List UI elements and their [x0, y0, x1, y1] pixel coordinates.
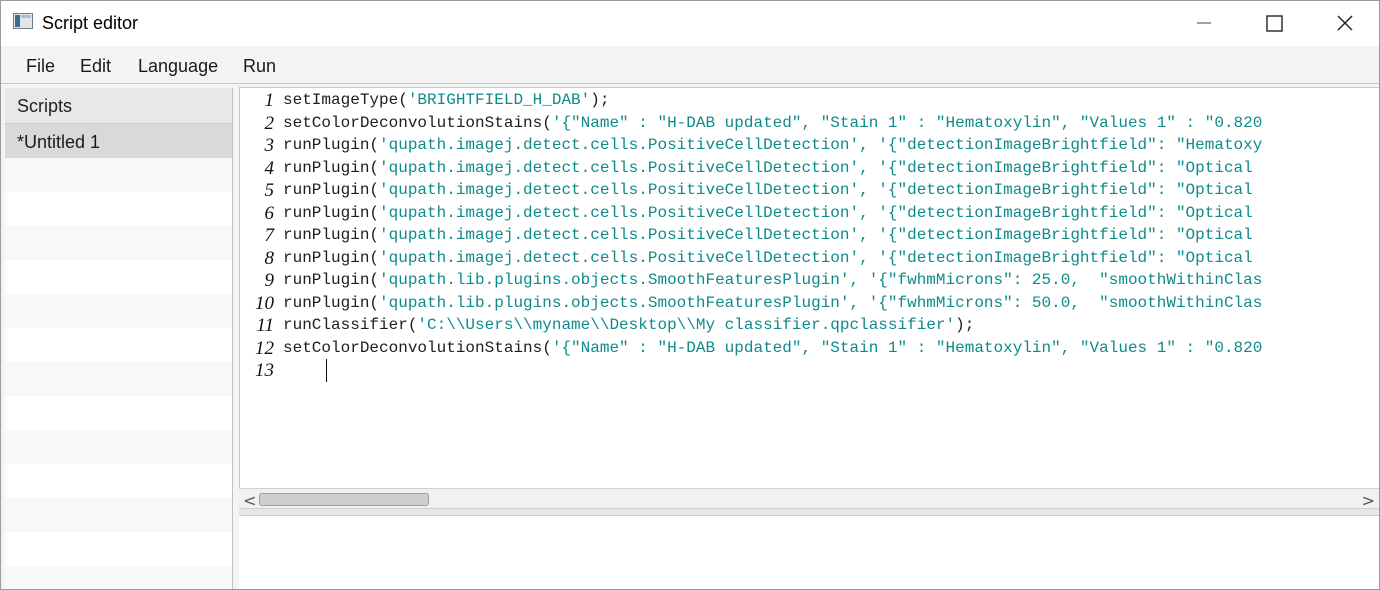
code-text: runPlugin('qupath.imagej.detect.cells.Po…: [283, 136, 1263, 154]
empty-list-row: [5, 566, 232, 589]
code-line[interactable]: 5 runPlugin('qupath.imagej.detect.cells.P…: [240, 179, 1379, 202]
empty-list-row: [5, 498, 232, 532]
line-number: 1: [264, 90, 275, 111]
close-icon: [1337, 15, 1353, 31]
scripts-title: Scripts: [17, 96, 73, 116]
code-text: setColorDeconvolutionStains('{"Name" : "…: [283, 113, 1263, 132]
code-line[interactable]: 4 runPlugin('qupath.imagej.detect.cells.P…: [240, 157, 1379, 180]
empty-list-row: [5, 464, 232, 498]
empty-list-row: [5, 362, 232, 396]
code-text: runPlugin('qupath.imagej.detect.cells.Po…: [283, 158, 1263, 177]
empty-list-row: [5, 430, 232, 464]
code-text: runPlugin('qupath.imagej.detect.cells.Po…: [283, 248, 1263, 267]
app-window-icon: [13, 13, 33, 29]
empty-list-row: [5, 328, 232, 362]
line-number: 3: [264, 135, 275, 156]
script-list-item[interactable]: *Untitled 1: [5, 124, 232, 158]
code-text: setColorDeconvolutionStains('{"Name" : "…: [283, 338, 1263, 357]
code-line[interactable]: 7 runPlugin('qupath.imagej.detect.cells.P…: [240, 224, 1379, 247]
scripts-sidebar: Scripts *Untitled 1: [5, 88, 233, 589]
scroll-left-icon[interactable]: <: [243, 491, 256, 510]
text-cursor: [326, 359, 327, 382]
line-number: 13: [255, 360, 274, 381]
empty-list-row: [5, 158, 232, 192]
code-line[interactable]: 10 runPlugin('qupath.lib.plugins.objects.…: [240, 292, 1379, 315]
empty-list-row: [5, 396, 232, 430]
code-text: setImageType('BRIGHTFIELD_H_DAB');: [283, 91, 610, 109]
code-text: runPlugin('qupath.lib.plugins.objects.Sm…: [283, 271, 1263, 289]
line-number: 2: [264, 112, 275, 134]
title-bar: Script editor: [1, 1, 1379, 46]
line-number: 12: [255, 337, 274, 359]
menu-run[interactable]: Run: [243, 56, 276, 77]
maximize-icon: [1266, 15, 1283, 32]
line-number: 9: [264, 270, 275, 291]
output-console[interactable]: [239, 515, 1379, 589]
code-text: runPlugin('qupath.lib.plugins.objects.Sm…: [283, 293, 1263, 312]
minimize-button[interactable]: [1169, 1, 1239, 46]
code-text: runPlugin('qupath.imagej.detect.cells.Po…: [283, 203, 1263, 222]
line-number: 5: [264, 180, 275, 201]
scrollbar-thumb[interactable]: [259, 493, 429, 506]
empty-list-row: [5, 192, 232, 226]
code-line[interactable]: 9 runPlugin('qupath.lib.plugins.objects.S…: [240, 269, 1379, 292]
maximize-button[interactable]: [1239, 1, 1309, 46]
script-name: *Untitled 1: [17, 132, 101, 152]
close-button[interactable]: [1309, 1, 1379, 46]
code-line[interactable]: 3 runPlugin('qupath.imagej.detect.cells.P…: [240, 134, 1379, 157]
code-line[interactable]: 11 runClassifier('C:\\Users\\myname\\Desk…: [240, 314, 1379, 337]
code-line[interactable]: 12 setColorDeconvolutionStains('{"Name" :…: [240, 337, 1379, 360]
scroll-right-icon[interactable]: >: [1362, 491, 1375, 510]
menu-language[interactable]: Language: [138, 56, 218, 77]
menu-edit[interactable]: Edit: [80, 56, 111, 77]
code-line[interactable]: 1 setImageType('BRIGHTFIELD_H_DAB');: [240, 89, 1379, 112]
code-line[interactable]: 2 setColorDeconvolutionStains('{"Name" : …: [240, 112, 1379, 135]
code-line[interactable]: 6 runPlugin('qupath.imagej.detect.cells.P…: [240, 202, 1379, 225]
empty-list-row: [5, 532, 232, 566]
script-editor-window: Script editor File Edit Language Run Scr…: [0, 0, 1380, 590]
code-text: runPlugin('qupath.imagej.detect.cells.Po…: [283, 181, 1263, 199]
minimize-icon: [1197, 22, 1211, 24]
line-number: 4: [264, 157, 275, 179]
empty-list-row: [5, 226, 232, 260]
line-number: 7: [264, 225, 275, 246]
line-number: 11: [256, 315, 274, 336]
scripts-header: Scripts: [5, 88, 232, 124]
line-number: 10: [255, 292, 274, 314]
empty-list-row: [5, 294, 232, 328]
menu-bar: File Edit Language Run: [1, 46, 1379, 84]
line-number: 8: [264, 247, 275, 269]
code-text: runPlugin('qupath.imagej.detect.cells.Po…: [283, 226, 1263, 244]
window-title: Script editor: [42, 13, 139, 33]
menu-file[interactable]: File: [26, 56, 55, 77]
horizontal-scrollbar[interactable]: < >: [239, 488, 1379, 510]
code-text: runClassifier('C:\\Users\\myname\\Deskto…: [283, 316, 975, 334]
empty-list-row: [5, 260, 232, 294]
line-number: 6: [264, 202, 275, 224]
code-line[interactable]: 13: [240, 359, 1379, 382]
code-line[interactable]: 8 runPlugin('qupath.imagej.detect.cells.P…: [240, 247, 1379, 270]
code-editor[interactable]: 1 setImageType('BRIGHTFIELD_H_DAB'); 2 setC…: [239, 87, 1379, 489]
